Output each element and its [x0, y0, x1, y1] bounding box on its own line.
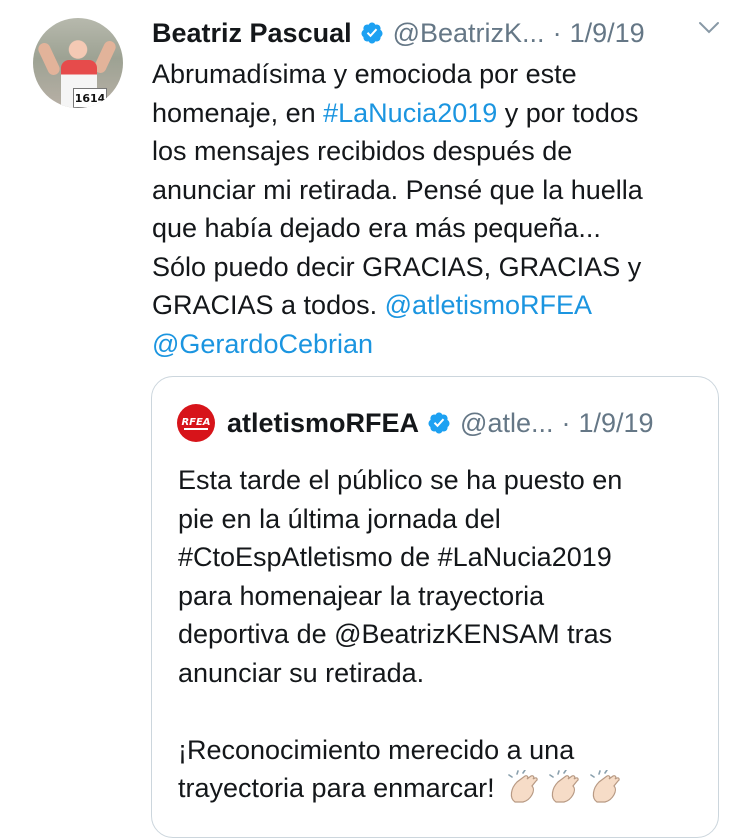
hashtag-link[interactable]: #LaNucia2019 — [323, 98, 497, 128]
quoted-tweet-header: RFEA atletismoRFEA @atle... · 1/9/19 — [177, 404, 700, 442]
author-handle[interactable]: @BeatrizK... — [393, 18, 545, 49]
quoted-tweet-date[interactable]: 1/9/19 — [579, 408, 654, 439]
mention-link[interactable]: @GerardoCebrian — [152, 329, 373, 359]
tweet-date[interactable]: 1/9/19 — [570, 18, 645, 49]
quoted-author-name[interactable]: atletismoRFEA — [227, 408, 419, 439]
rfea-logo-icon: RFEA — [181, 417, 211, 430]
verified-icon — [361, 22, 383, 44]
quoted-tweet[interactable]: RFEA atletismoRFEA @atle... · 1/9/19 Est… — [151, 376, 719, 838]
quoted-author-handle[interactable]: @atle... — [460, 408, 553, 439]
avatar-arm-left — [36, 41, 62, 77]
tweet-text: Abrumadísima y emocioda por este homenaj… — [152, 55, 722, 363]
author-avatar[interactable]: 1614 — [33, 18, 123, 108]
clapping-hands-icon — [508, 770, 538, 803]
clapping-hands-icon — [549, 770, 579, 803]
quoted-tweet-body: Esta tarde el público se ha puesto en pi… — [178, 465, 623, 803]
quoted-tweet-text: Esta tarde el público se ha puesto en pi… — [178, 461, 698, 808]
separator-dot: · — [561, 407, 571, 438]
verified-icon — [428, 412, 450, 434]
separator-dot: · — [552, 17, 562, 48]
mention-link[interactable]: @atletismoRFEA — [385, 290, 592, 320]
rfea-logo[interactable]: RFEA — [177, 404, 215, 442]
tweet-text-part: y por todos los mensajes recibidos despu… — [152, 97, 643, 321]
rfea-logo-text: RFEA — [181, 417, 210, 428]
chevron-down-icon[interactable] — [698, 21, 720, 35]
clapping-hands-icon — [590, 770, 620, 803]
tweet-header: Beatriz Pascual @BeatrizK... · 1/9/19 — [152, 15, 722, 51]
avatar-bib-number: 1614 — [73, 88, 107, 108]
author-name[interactable]: Beatriz Pascual — [152, 18, 352, 49]
